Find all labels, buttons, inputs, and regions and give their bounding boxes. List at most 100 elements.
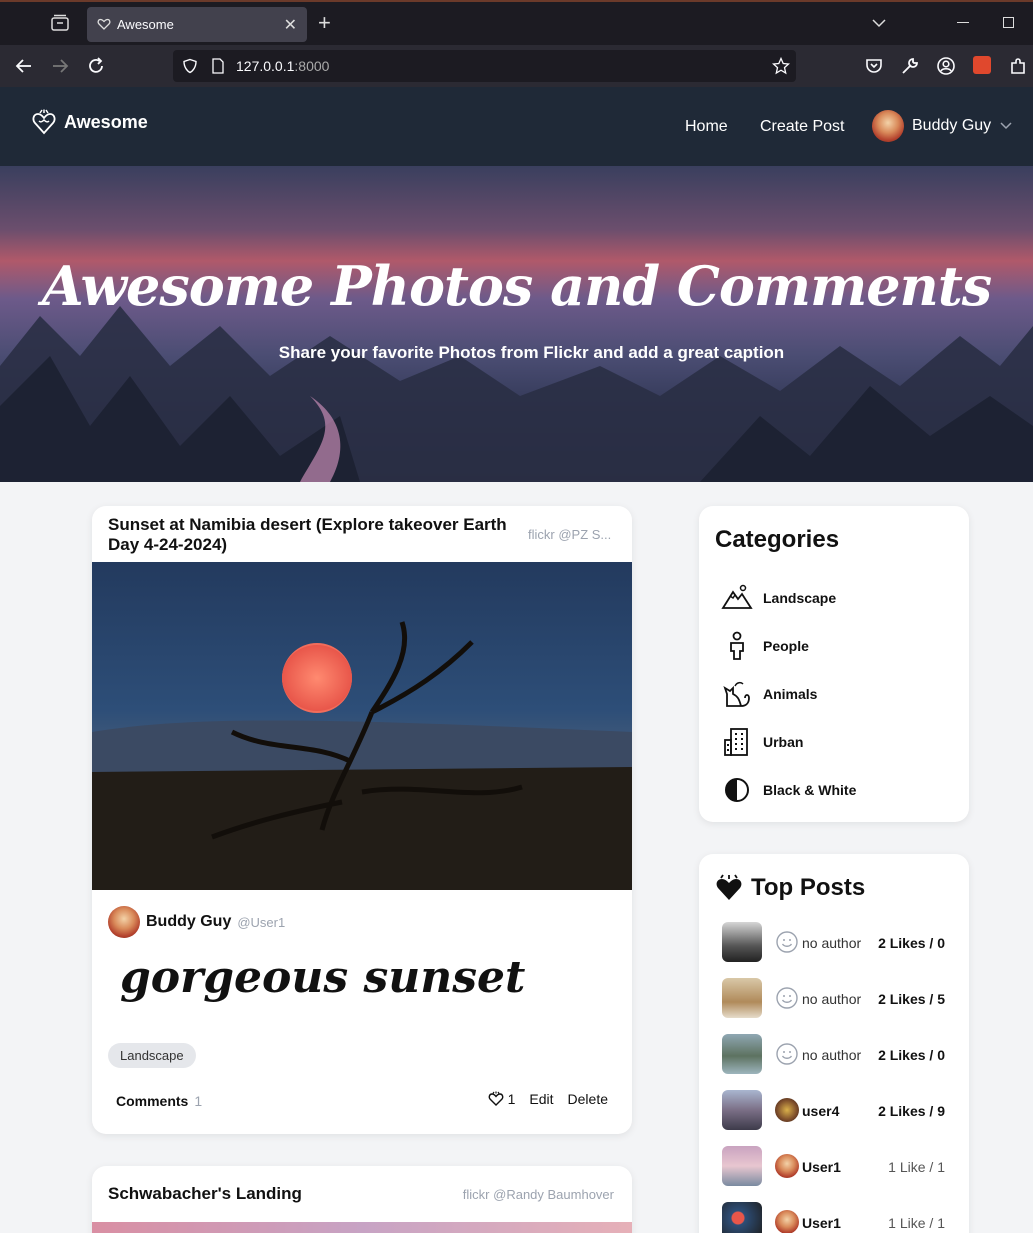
pocket-icon[interactable] — [863, 55, 885, 77]
building-icon — [724, 728, 748, 756]
delete-link[interactable]: Delete — [568, 1091, 608, 1107]
comments-label: Comments — [116, 1093, 189, 1109]
post-image[interactable] — [92, 1222, 632, 1233]
category-animals[interactable]: Animals — [721, 670, 856, 718]
top-post-author: User1 — [802, 1215, 841, 1231]
top-post-likes: 1 Like / 1 — [888, 1159, 945, 1175]
nav-home-link[interactable]: Home — [685, 118, 728, 136]
cat-icon — [723, 681, 750, 707]
top-post-thumbnail[interactable] — [722, 1146, 762, 1186]
top-post-thumbnail[interactable] — [722, 922, 762, 962]
reload-icon[interactable] — [85, 55, 107, 77]
wrench-icon[interactable] — [899, 55, 921, 77]
nav-create-post-link[interactable]: Create Post — [760, 118, 844, 136]
author-avatar — [108, 906, 140, 938]
post-caption: gorgeous sunset — [120, 952, 526, 1003]
tab-close-icon[interactable]: ✕ — [284, 15, 297, 35]
post-title[interactable]: Sunset at Namibia desert (Explore takeov… — [108, 515, 528, 555]
category-label: People — [763, 638, 809, 654]
post-credit[interactable]: flickr @PZ S... — [528, 527, 614, 542]
category-label: Animals — [763, 686, 818, 702]
like-button[interactable]: 1 — [488, 1091, 516, 1107]
post-card: Schwabacher's Landing flickr @Randy Baum… — [92, 1166, 632, 1233]
smiley-icon — [776, 931, 798, 953]
top-post-author: User1 — [802, 1159, 841, 1175]
category-tag[interactable]: Landscape — [108, 1043, 196, 1068]
author-handle: @User1 — [237, 914, 286, 930]
top-post-thumbnail[interactable] — [722, 1202, 762, 1233]
page-icon — [212, 58, 224, 74]
browser-tab[interactable]: Awesome ✕ — [87, 7, 307, 42]
smiley-icon — [776, 987, 798, 1009]
top-post-author: user4 — [802, 1103, 840, 1119]
site-header: Awesome Home Create Post Buddy Guy — [0, 87, 1033, 166]
top-post-item[interactable]: no author 2 Likes / 0 — [722, 1034, 952, 1090]
browser-nav-bar: 127.0.0.1:8000 — [0, 45, 1033, 87]
extensions-puzzle-icon[interactable] — [1007, 55, 1029, 77]
hero-banner: Awesome Photos and Comments Share your f… — [0, 166, 1033, 482]
bookmark-star-icon[interactable] — [772, 57, 790, 75]
hero-landscape-image — [0, 306, 1033, 482]
top-post-author: no author — [802, 1047, 862, 1063]
contrast-icon — [725, 778, 749, 802]
user-menu[interactable]: Buddy Guy — [872, 110, 1013, 142]
category-label: Landscape — [763, 590, 837, 606]
forward-icon[interactable] — [49, 55, 71, 77]
category-urban[interactable]: Urban — [721, 718, 856, 766]
user-avatar — [872, 110, 904, 142]
author-avatar — [775, 1098, 799, 1122]
mountain-icon — [721, 584, 753, 609]
author-avatar — [775, 1210, 799, 1233]
comments-toggle[interactable]: Comments 1 — [116, 1093, 202, 1109]
tab-list-chevron-icon[interactable] — [870, 14, 888, 32]
post-card: Sunset at Namibia desert (Explore takeov… — [92, 506, 632, 1134]
post-image[interactable] — [92, 562, 632, 890]
window-maximize-icon[interactable] — [1003, 17, 1014, 28]
back-icon[interactable] — [13, 55, 35, 77]
top-post-item[interactable]: User1 1 Like / 1 — [722, 1146, 952, 1202]
top-post-likes: 2 Likes / 9 — [878, 1103, 945, 1119]
shield-icon[interactable] — [182, 58, 198, 74]
heart-logo-icon — [32, 109, 56, 135]
category-people[interactable]: People — [721, 622, 856, 670]
heart-favicon-icon — [97, 18, 111, 30]
category-label: Black & White — [763, 782, 857, 798]
hero-title: Awesome Photos and Comments — [41, 254, 992, 318]
top-post-thumbnail[interactable] — [722, 978, 762, 1018]
top-post-likes: 2 Likes / 0 — [878, 935, 945, 951]
top-post-item[interactable]: User1 1 Like / 1 — [722, 1202, 952, 1233]
hero-subtitle: Share your favorite Photos from Flickr a… — [278, 343, 785, 362]
categories-panel: Categories Landscape People Animals Urba… — [699, 506, 969, 822]
top-post-item[interactable]: no author 2 Likes / 5 — [722, 978, 952, 1034]
window-minimize-icon[interactable] — [957, 22, 969, 23]
top-post-item[interactable]: user4 2 Likes / 9 — [722, 1090, 952, 1146]
top-post-thumbnail[interactable] — [722, 1034, 762, 1074]
logo-text: Awesome — [64, 111, 148, 132]
top-posts-title: Top Posts — [751, 874, 866, 901]
categories-title: Categories — [715, 526, 840, 553]
heart-like-icon — [488, 1091, 503, 1106]
extension-icon[interactable] — [973, 56, 991, 74]
post-actions: 1 Edit Delete — [488, 1091, 608, 1107]
category-landscape[interactable]: Landscape — [721, 574, 856, 622]
category-black-white[interactable]: Black & White — [721, 766, 856, 814]
tab-title: Awesome — [117, 17, 174, 32]
comments-count: 1 — [194, 1093, 203, 1109]
like-count: 1 — [507, 1091, 516, 1107]
url-bar[interactable]: 127.0.0.1:8000 — [173, 50, 796, 82]
top-post-likes: 2 Likes / 5 — [878, 991, 945, 1007]
post-author[interactable]: Buddy Guy @User1 — [108, 906, 285, 938]
edit-link[interactable]: Edit — [529, 1091, 553, 1107]
browser-tab-strip: Awesome ✕ + — [0, 0, 1033, 45]
top-post-item[interactable]: no author 2 Likes / 0 — [722, 922, 952, 978]
smiley-icon — [776, 1043, 798, 1065]
top-post-likes: 1 Like / 1 — [888, 1215, 945, 1231]
tab-overview-icon[interactable] — [50, 14, 70, 32]
top-post-thumbnail[interactable] — [722, 1090, 762, 1130]
account-icon[interactable] — [935, 55, 957, 77]
post-credit[interactable]: flickr @Randy Baumhover — [463, 1187, 614, 1202]
author-avatar — [775, 1154, 799, 1178]
site-logo[interactable]: Awesome — [32, 109, 148, 135]
url-text: 127.0.0.1:8000 — [236, 58, 330, 74]
new-tab-icon[interactable]: + — [318, 10, 331, 36]
